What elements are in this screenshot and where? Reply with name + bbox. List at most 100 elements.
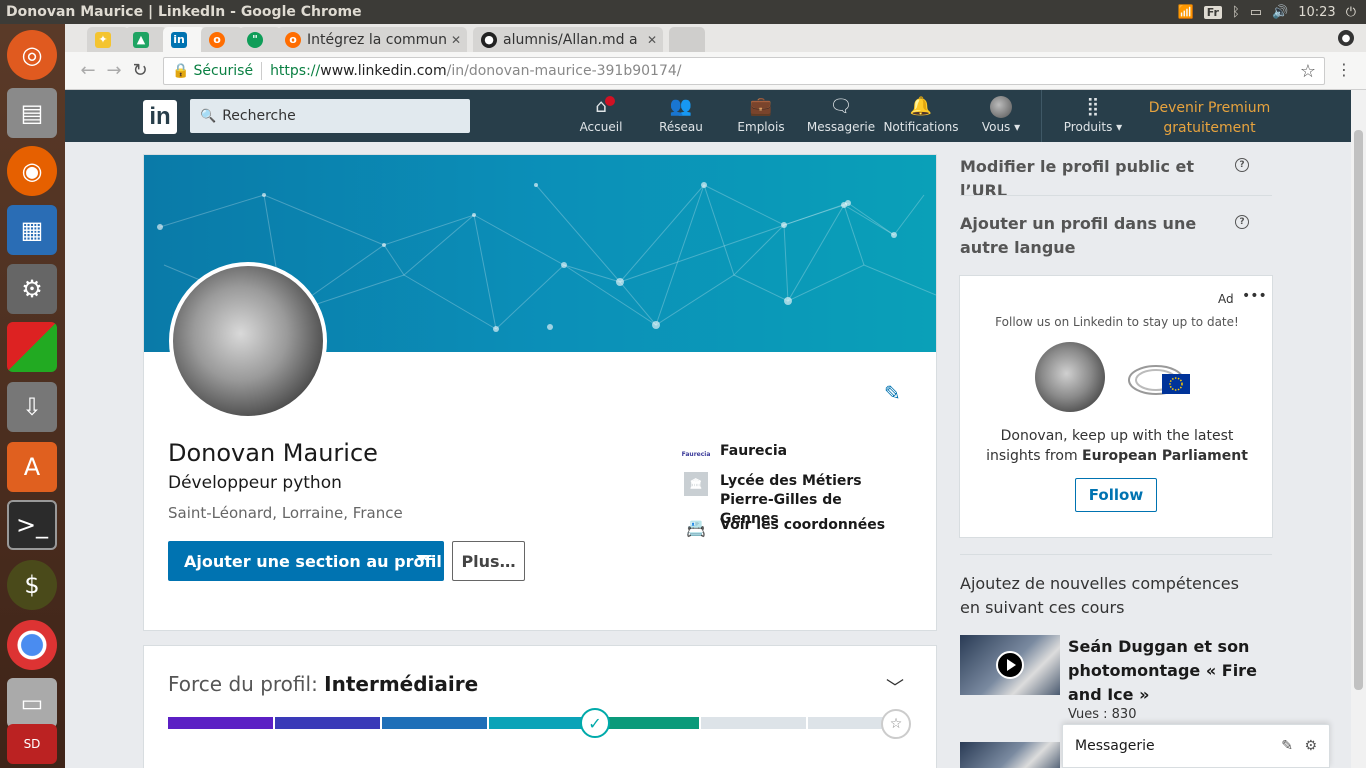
power-icon[interactable]: ⏻ xyxy=(1346,5,1356,20)
settings-icon[interactable]: ⚙ xyxy=(7,264,57,314)
clock[interactable]: 10:23 xyxy=(1298,5,1335,20)
writer-icon[interactable]: ▦ xyxy=(7,205,57,255)
member-avatar xyxy=(1035,342,1105,412)
drive-icon[interactable]: ▭ xyxy=(7,678,57,728)
bluetooth-icon[interactable]: ᛒ xyxy=(1232,5,1240,20)
profile-location: Saint-Léonard, Lorraine, France xyxy=(168,504,403,522)
battery-icon[interactable]: ▭ xyxy=(1250,5,1262,20)
close-tab-icon[interactable]: ✕ xyxy=(647,33,657,47)
nav-me[interactable]: Vous ▾ xyxy=(961,96,1041,134)
add-profile-section-button[interactable]: Ajouter une section au profil xyxy=(168,541,444,581)
tab-linkedin[interactable]: in xyxy=(163,27,205,52)
app-grid-icon[interactable] xyxy=(7,322,57,372)
bookmark-star-icon[interactable]: ☆ xyxy=(1300,61,1316,82)
new-tab-button[interactable] xyxy=(669,27,705,52)
contact-info-link[interactable]: 📇 Voir les coordonnées xyxy=(684,516,885,540)
volume-icon[interactable]: 🔊 xyxy=(1272,5,1288,20)
premium-link[interactable]: Devenir Premium gratuitement xyxy=(1147,98,1272,138)
current-company[interactable]: Faurecia Faurecia xyxy=(681,442,788,466)
nav-label: Notifications xyxy=(883,120,959,134)
course-thumbnail[interactable] xyxy=(960,635,1060,695)
more-options-icon[interactable]: ••• xyxy=(1242,288,1267,304)
linkedin-icon: in xyxy=(171,31,187,48)
nav-jobs[interactable]: 💼 Emplois xyxy=(721,96,801,134)
sd-card-icon[interactable]: SD xyxy=(7,724,57,764)
page-scrollbar[interactable] xyxy=(1351,90,1366,768)
linkedin-navbar: in 🔍 Recherche ⌂ Accueil 👥 Réseau 💼 Empl… xyxy=(65,90,1351,142)
linkedin-logo[interactable]: in xyxy=(143,100,177,134)
ad-org-name: European Parliament xyxy=(1082,448,1248,464)
firefox-icon[interactable]: ◉ xyxy=(7,146,57,196)
openclassrooms-icon: o xyxy=(285,31,301,48)
divider xyxy=(960,554,1272,555)
reload-icon[interactable]: ↻ xyxy=(127,60,153,81)
python-egg-icon[interactable]: $ xyxy=(7,560,57,610)
profile-strength-card: Force du profil: Intermédiaire ﹀ ✓ ☆ xyxy=(143,645,937,768)
keyboard-layout-indicator[interactable]: Fr xyxy=(1203,5,1222,19)
faurecia-logo: Faurecia xyxy=(681,450,711,458)
button-label: Ajouter une section au profil xyxy=(184,551,442,571)
add-language-profile-link[interactable]: Ajouter un profil dans une autre langue xyxy=(960,212,1220,260)
edit-pencil-icon[interactable]: ✎ xyxy=(884,381,901,405)
people-icon: 👥 xyxy=(669,96,693,117)
forward-icon[interactable]: → xyxy=(101,60,127,81)
strength-label: Force du profil: xyxy=(168,672,318,696)
compose-icon[interactable]: ✎ xyxy=(1281,738,1293,754)
profile-name: Donovan Maurice xyxy=(168,439,378,467)
follow-button[interactable]: Follow xyxy=(1075,478,1157,512)
url-path: /in/donovan-maurice-391b90174/ xyxy=(446,63,682,79)
help-icon[interactable]: ? xyxy=(1235,215,1249,229)
address-bar[interactable]: 🔒 Sécurisé https://www.linkedin.com/in/d… xyxy=(163,57,1325,85)
more-button[interactable]: Plus… xyxy=(452,541,525,581)
secure-label: Sécurisé xyxy=(193,63,254,79)
search-input[interactable]: 🔍 Recherche xyxy=(190,99,470,133)
course-thumbnail[interactable] xyxy=(960,742,1060,768)
github-icon: ● xyxy=(481,31,497,48)
profile-card: ✎ Donovan Maurice Développeur python Sai… xyxy=(143,154,937,631)
help-icon[interactable]: ? xyxy=(1235,158,1249,172)
school-icon: 🏛 xyxy=(684,472,708,496)
tab-5[interactable]: " xyxy=(239,27,281,52)
tab-openclassrooms[interactable]: o Intégrez la commun ✕ xyxy=(277,27,467,52)
tab-2[interactable]: ▲ xyxy=(125,27,167,52)
files-icon[interactable]: ▤ xyxy=(7,88,57,138)
scrollbar-thumb[interactable] xyxy=(1354,130,1363,690)
profile-photo[interactable] xyxy=(169,262,327,420)
secure-indicator[interactable]: 🔒 Sécurisé xyxy=(172,63,253,79)
ubuntu-dash-icon[interactable]: ◎ xyxy=(7,30,57,80)
nav-network[interactable]: 👥 Réseau xyxy=(641,96,721,134)
window-title: Donovan Maurice | LinkedIn - Google Chro… xyxy=(6,4,362,20)
chrome-icon[interactable] xyxy=(7,620,57,670)
tab-4[interactable]: o xyxy=(201,27,243,52)
course-title[interactable]: Seán Duggan et son photomontage « Fire a… xyxy=(1068,635,1268,707)
separator xyxy=(261,62,263,80)
messaging-bar[interactable]: Messagerie ✎ ⚙ xyxy=(1062,724,1330,768)
terminal-icon[interactable]: >_ xyxy=(7,500,57,550)
chrome-menu-icon[interactable]: ⋮ xyxy=(1336,60,1352,79)
chevron-down-icon[interactable]: ﹀ xyxy=(886,674,904,700)
page-viewport: in 🔍 Recherche ⌂ Accueil 👥 Réseau 💼 Empl… xyxy=(65,90,1366,768)
tab-1[interactable]: ✦ xyxy=(87,27,129,52)
star-goal-icon: ☆ xyxy=(881,709,911,739)
close-tab-icon[interactable]: ✕ xyxy=(451,33,461,47)
tab-github[interactable]: ● alumnis/Allan.md a ✕ xyxy=(473,27,663,52)
wifi-icon[interactable]: 📶 xyxy=(1178,5,1194,20)
company-name: Faurecia xyxy=(720,443,788,459)
ad-card: Ad ••• Follow us on Linkedin to stay up … xyxy=(959,275,1273,538)
nav-notifications[interactable]: 🔔 Notifications xyxy=(881,96,961,134)
strength-segment-4 xyxy=(489,717,594,729)
gear-icon[interactable]: ⚙ xyxy=(1304,738,1317,754)
browser-profile-icon[interactable]: ● xyxy=(1338,30,1354,46)
nav-products[interactable]: ⣿ Produits ▾ xyxy=(1053,96,1133,134)
strength-segment-5 xyxy=(596,717,699,729)
software-center-icon[interactable]: A xyxy=(7,442,57,492)
download-icon[interactable]: ⇩ xyxy=(7,382,57,432)
nav-home[interactable]: ⌂ Accueil xyxy=(561,96,641,134)
strength-level: Intermédiaire xyxy=(324,672,479,696)
grid-icon: ⣿ xyxy=(1086,96,1100,117)
nav-label: Produits xyxy=(1063,120,1113,134)
nav-messaging[interactable]: 🗨 Messagerie xyxy=(801,96,881,134)
play-icon[interactable] xyxy=(996,651,1024,679)
avatar-icon xyxy=(990,96,1012,118)
back-icon[interactable]: ← xyxy=(75,60,101,81)
